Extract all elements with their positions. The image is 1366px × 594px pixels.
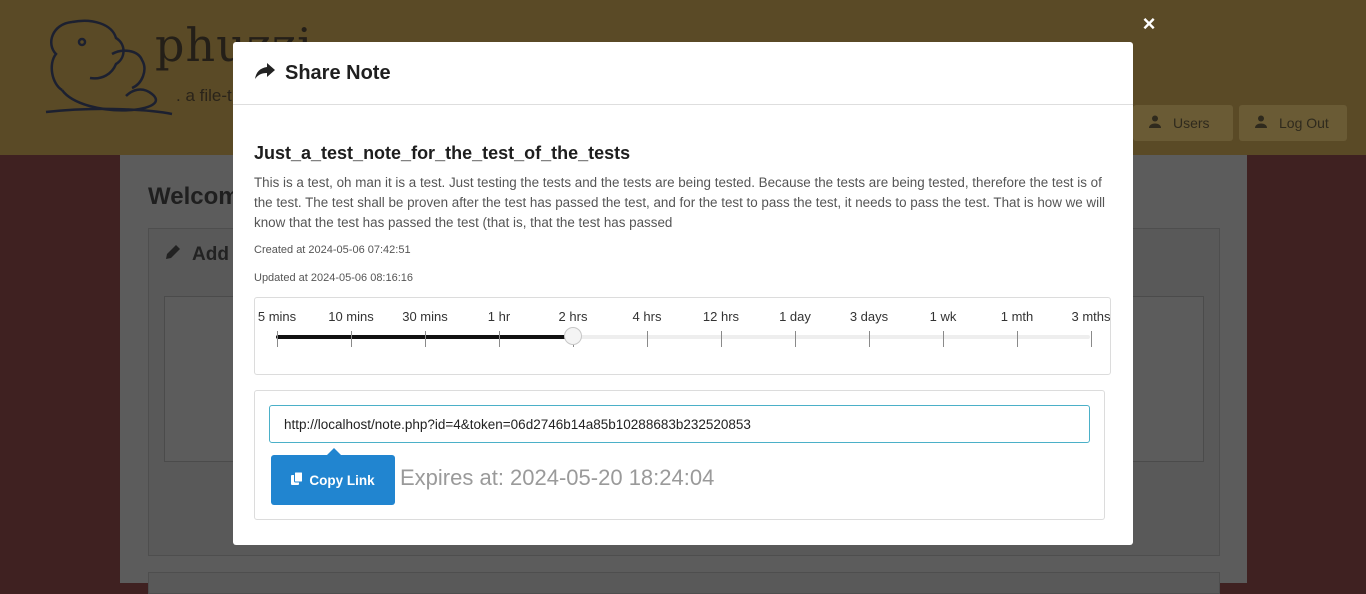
user-icon [1149, 115, 1161, 131]
note-title: Just_a_test_note_for_the_test_of_the_tes… [254, 143, 631, 163]
slider-tick [351, 331, 352, 347]
notes-panel [148, 572, 1220, 594]
welcome-heading: Welcom [148, 183, 240, 210]
slider-tick-label[interactable]: 5 mins [258, 309, 296, 324]
slider-tick-label[interactable]: 1 wk [930, 309, 957, 324]
nav-logout-label: Log Out [1279, 115, 1329, 131]
slider-handle[interactable] [564, 327, 582, 345]
slider-tick-label[interactable]: 1 day [779, 309, 811, 324]
slider-tick [499, 331, 500, 347]
slider-tick [721, 331, 722, 347]
slider-tick [795, 331, 796, 347]
modal-header: Share Note [233, 42, 1133, 105]
copy-link-label: Copy Link [309, 472, 375, 488]
slider-tick-label[interactable]: 1 mth [1001, 309, 1034, 324]
slider-tick-label[interactable]: 30 mins [402, 309, 448, 324]
slider-tick [647, 331, 648, 347]
slider-tick [1091, 331, 1092, 347]
slider-tick [277, 331, 278, 347]
nav-logout-button[interactable]: Log Out [1239, 105, 1347, 141]
user-icon [1255, 115, 1267, 131]
logo-tagline: . a file-t [176, 86, 232, 105]
slider-tick-label[interactable]: 12 hrs [703, 309, 739, 324]
share-icon [255, 62, 275, 85]
share-link-input[interactable] [269, 405, 1090, 443]
share-link-panel: Copy Link Expires at: 2024-05-20 18:24:0… [254, 390, 1105, 520]
share-note-modal: Share Note Just_a_test_note_for_the_test… [233, 42, 1133, 545]
slider-tick-label[interactable]: 3 mths [1071, 309, 1110, 324]
created-timestamp: Created at 2024-05-06 07:42:51 [254, 244, 411, 256]
pencil-icon [164, 243, 182, 267]
updated-timestamp: Updated at 2024-05-06 08:16:16 [254, 272, 414, 284]
slider-tick-label[interactable]: 1 hr [488, 309, 510, 324]
copy-icon [291, 471, 304, 488]
copy-link-button[interactable]: Copy Link [271, 448, 395, 505]
modal-title: Share Note [285, 61, 391, 84]
slider-tick [1017, 331, 1018, 347]
note-body: This is a test, oh man it is a test. Jus… [254, 175, 1106, 230]
slider-tick [425, 331, 426, 347]
slider-tick-label[interactable]: 4 hrs [633, 309, 662, 324]
expiry-slider[interactable]: 5 mins 10 mins 30 mins 1 hr 2 hrs 4 hrs 12 hrs… [254, 297, 1111, 375]
slider-tick-label[interactable]: 3 days [850, 309, 888, 324]
expires-text: Expires at: 2024-05-20 18:24:04 [400, 465, 715, 490]
slider-tick [869, 331, 870, 347]
close-icon[interactable]: × [1139, 13, 1159, 35]
nav-users-button[interactable]: Users [1133, 105, 1233, 141]
slider-tick [943, 331, 944, 347]
nav-users-label: Users [1173, 115, 1210, 131]
slider-tick-label[interactable]: 2 hrs [559, 309, 588, 324]
slider-tick-label[interactable]: 10 mins [328, 309, 374, 324]
